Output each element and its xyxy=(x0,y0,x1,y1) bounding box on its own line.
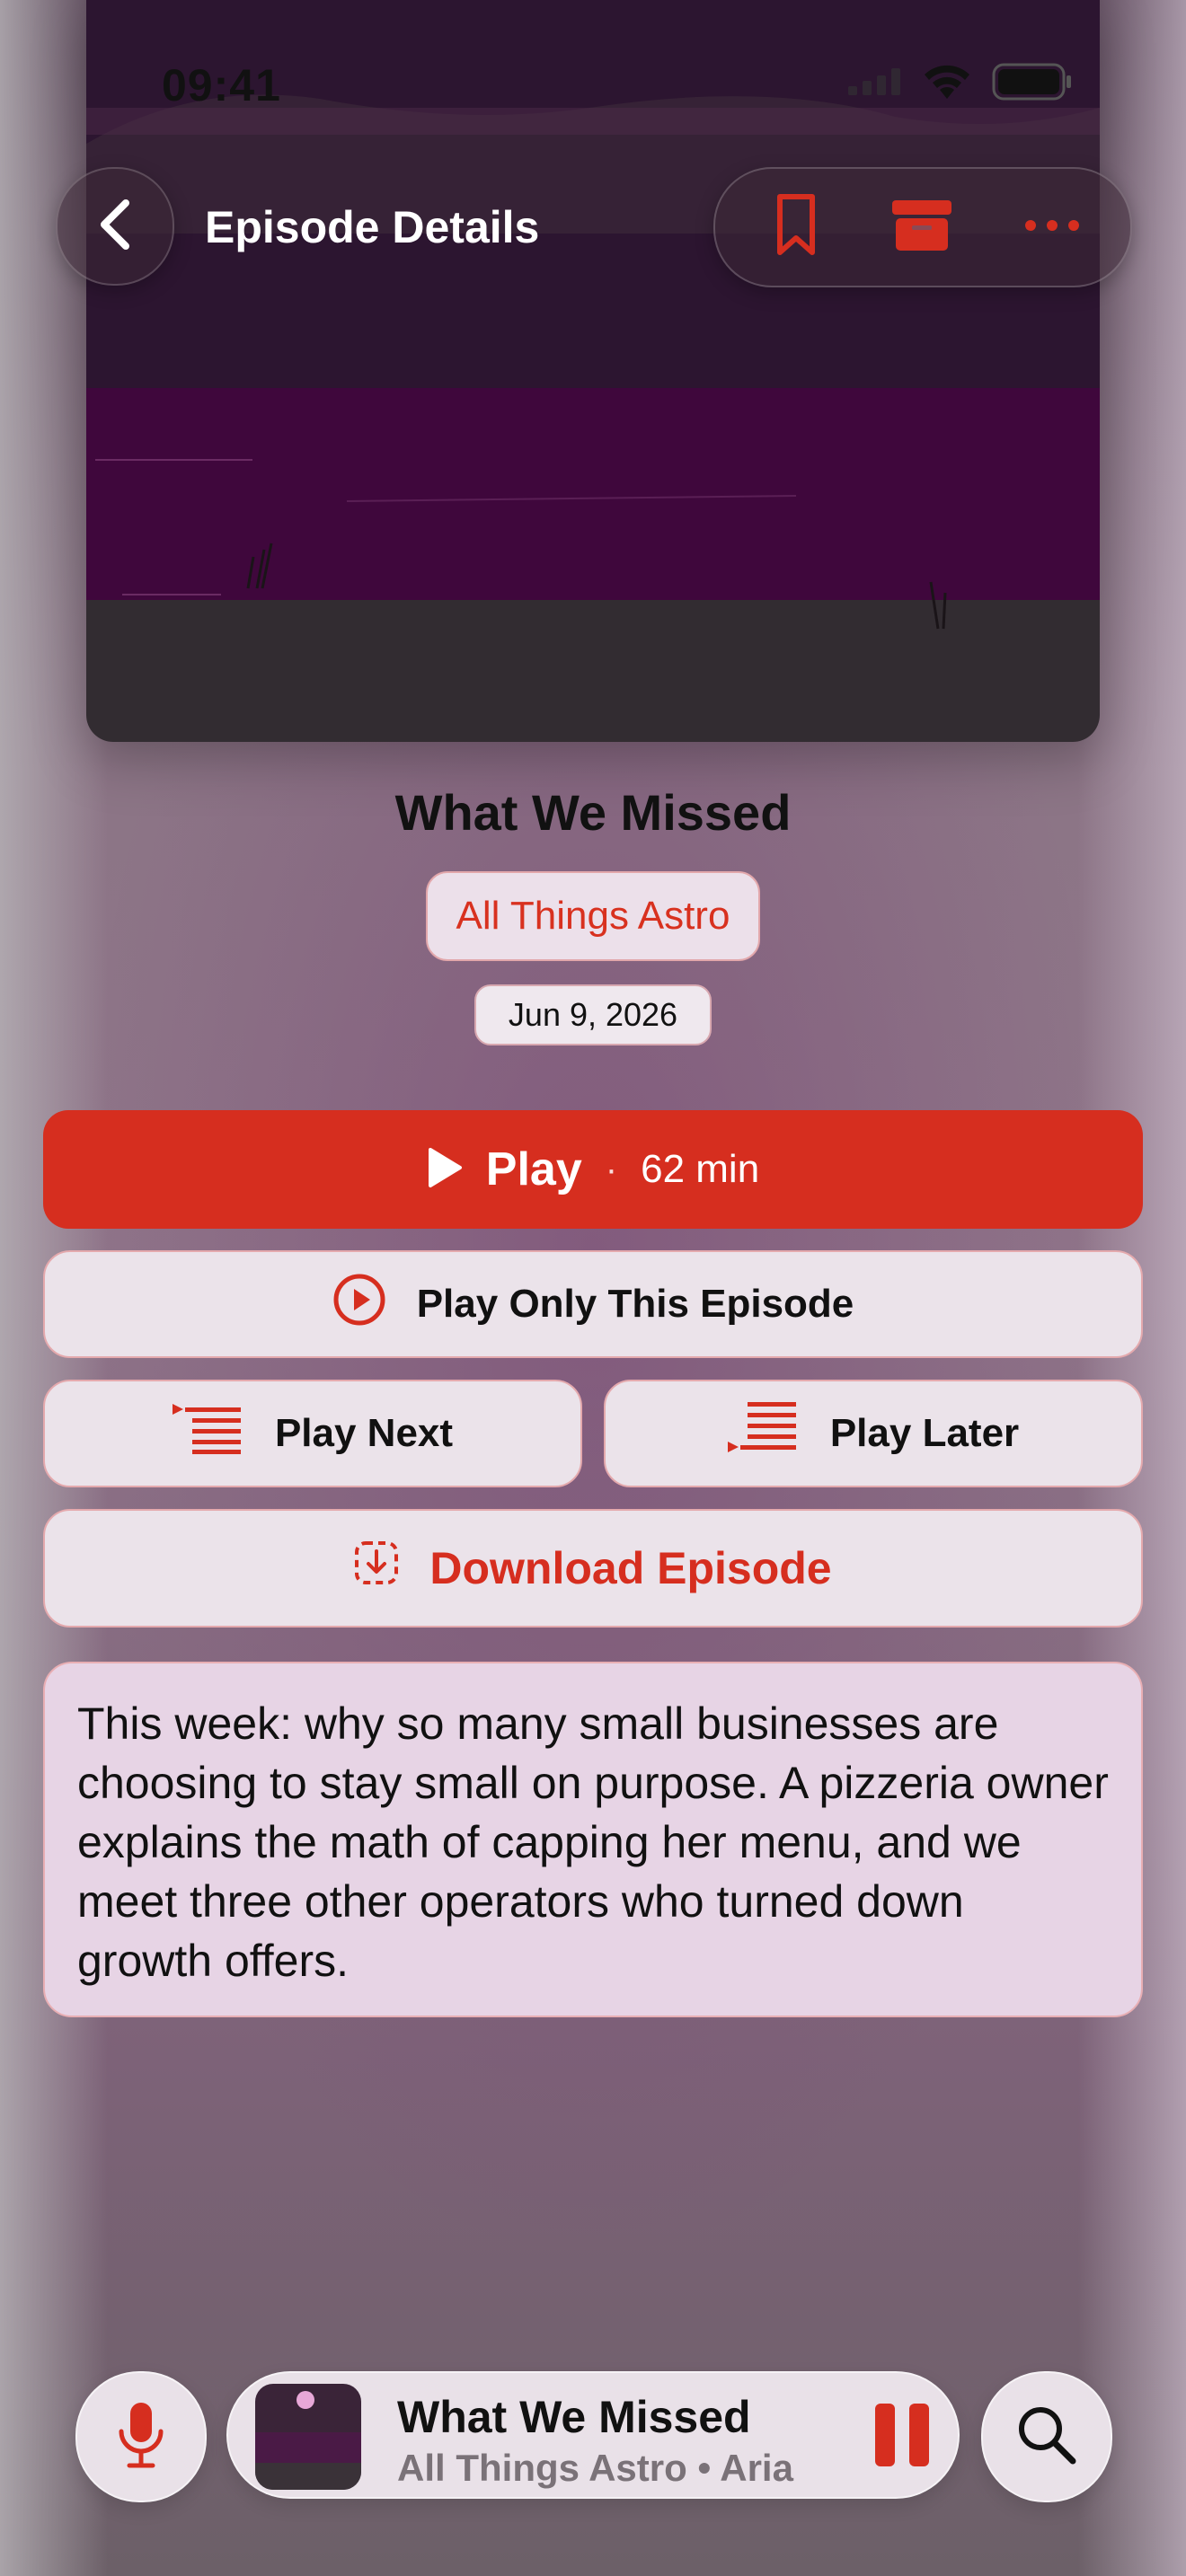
separator-dot: · xyxy=(605,1149,618,1189)
microphone-button[interactable] xyxy=(75,2371,207,2502)
bookmark-icon xyxy=(774,193,818,262)
play-later-label: Play Later xyxy=(829,1411,1020,1455)
status-time: 09:41 xyxy=(162,60,281,110)
page-title: Episode Details xyxy=(205,202,540,252)
play-later-button[interactable]: Play Later xyxy=(604,1380,1143,1487)
download-icon xyxy=(354,1540,399,1596)
search-button[interactable] xyxy=(981,2371,1112,2502)
download-episode-button[interactable]: Download Episode xyxy=(43,1509,1143,1628)
episode-description: This week: why so many small businesses … xyxy=(43,1662,1143,2017)
play-label: Play xyxy=(485,1143,582,1195)
cellular-icon xyxy=(848,68,902,100)
microphone-icon xyxy=(117,2401,165,2474)
duration-label: 62 min xyxy=(641,1147,760,1191)
search-icon xyxy=(1015,2404,1078,2471)
ellipsis-icon xyxy=(1024,219,1080,236)
back-button[interactable] xyxy=(56,167,174,286)
mini-player-artwork xyxy=(255,2384,361,2490)
episode-title: What We Missed xyxy=(394,784,792,841)
action-pill xyxy=(713,167,1132,287)
list-insert-bottom-icon xyxy=(727,1401,800,1466)
episode-date: Jun 9, 2026 xyxy=(474,984,712,1045)
download-label: Download Episode xyxy=(429,1543,832,1593)
show-name-link[interactable]: All Things Astro xyxy=(426,871,760,961)
pause-icon xyxy=(875,2404,895,2466)
play-button[interactable]: Play · 62 min xyxy=(43,1110,1143,1229)
play-only-this-episode-button[interactable]: Play Only This Episode xyxy=(43,1250,1143,1358)
play-icon xyxy=(427,1147,463,1193)
play-only-label: Play Only This Episode xyxy=(416,1282,854,1326)
more-button[interactable] xyxy=(994,169,1111,286)
play-circle-icon xyxy=(332,1273,386,1337)
play-next-button[interactable]: Play Next xyxy=(43,1380,582,1487)
chevron-left-icon xyxy=(95,198,135,256)
mini-player-subtitle: All Things Astro • Aria xyxy=(397,2447,793,2489)
bookmark-button[interactable] xyxy=(742,169,850,286)
mini-player-title: What We Missed xyxy=(397,2392,751,2442)
archive-button[interactable] xyxy=(868,169,976,286)
battery-icon xyxy=(992,63,1073,105)
archive-icon xyxy=(892,198,951,257)
status-icons xyxy=(848,63,1073,105)
list-insert-top-icon xyxy=(172,1403,244,1464)
wifi-icon xyxy=(922,63,972,105)
play-next-label: Play Next xyxy=(274,1411,454,1455)
pause-icon-bar xyxy=(909,2404,929,2466)
pause-button[interactable] xyxy=(875,2404,929,2466)
mini-player[interactable]: What We Missed All Things Astro • Aria xyxy=(226,2371,960,2499)
